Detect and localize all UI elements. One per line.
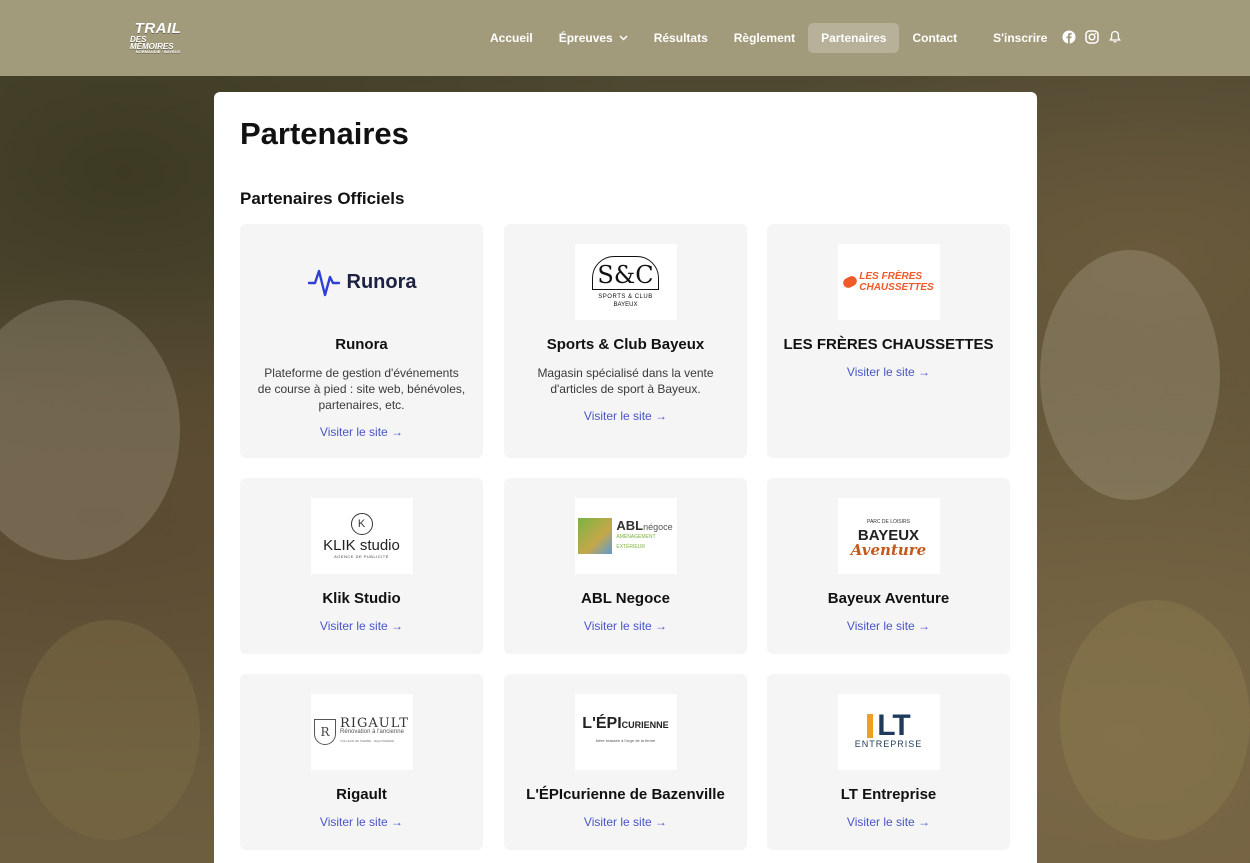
partner-name: ABL Negoce [581,590,670,607]
partner-name: Sports & Club Bayeux [546,336,705,353]
bayeux-aventure-logo: PARC DE LOISIRS BAYEUX Aventure [837,498,940,574]
partner-card-bayeux-aventure: PARC DE LOISIRS BAYEUX Aventure Bayeux A… [767,478,1010,654]
partner-name: Runora [335,336,388,353]
visit-site-link[interactable]: Visiter le site → [584,815,667,829]
nav-accueil[interactable]: Accueil [477,23,546,53]
runora-logo: Runora [287,244,437,320]
nav-epreuves[interactable]: Épreuves [546,23,641,53]
partner-card-klik-studio: K KLIK studio AGENCE DE PUBLICITÉ Klik S… [240,478,483,654]
visit-site-link[interactable]: Visiter le site → [320,815,403,829]
social-links [1061,29,1122,44]
nav-partenaires[interactable]: Partenaires [808,23,900,53]
visit-site-link[interactable]: Visiter le site → [847,619,930,633]
chevron-down-icon [619,33,628,43]
visit-site-link[interactable]: Visiter le site → [847,815,930,829]
partner-card-abl-negoce: ABLnégoce AMÉNAGEMENT EXTÉRIEUR ABL Nego… [504,478,747,654]
partners-panel: Partenaires Partenaires Officiels Runora… [214,92,1037,863]
partner-name: Rigault [336,786,387,803]
bell-icon[interactable] [1107,29,1122,44]
visit-site-link[interactable]: Visiter le site → [847,365,930,379]
partner-description: Magasin spécialisé dans la vente d'artic… [537,366,714,396]
rigault-logo: R RIGAULT Rénovation à l'ancienne TAILLE… [310,694,413,770]
leaf-icon [578,518,613,554]
partner-name: L'ÉPIcurienne de Bazenville [526,786,725,803]
freres-chaussettes-logo: LES FRÈRES CHAUSSETTES [837,244,940,320]
k-badge-icon: K [350,513,373,535]
klik-studio-logo: K KLIK studio AGENCE DE PUBLICITÉ [310,498,413,574]
main-nav: Accueil Épreuves Résultats Règlement Par… [477,23,1060,53]
lt-entreprise-logo: LT ENTREPRISE [837,694,940,770]
visit-site-link[interactable]: Visiter le site → [584,409,667,423]
partner-name: Klik Studio [322,590,401,607]
epicurienne-logo: L'ÉPICURIENNE bière brassée à l'orge de … [574,694,677,770]
nav-resultats[interactable]: Résultats [641,23,721,53]
partner-description: Plateforme de gestion d'événements de co… [257,366,466,412]
sock-icon [841,274,859,290]
partner-card-lt-entreprise: LT ENTREPRISE LT Entreprise Visiter le s… [767,674,1010,850]
instagram-icon[interactable] [1084,29,1099,44]
visit-site-link[interactable]: Visiter le site → [584,619,667,633]
background-foliage [0,300,180,560]
nav-contact[interactable]: Contact [899,23,970,53]
partner-card-epicurienne: L'ÉPICURIENNE bière brassée à l'orge de … [504,674,747,850]
background-foliage [1040,250,1220,500]
site-logo[interactable]: TRAIL DES MÉMOIRES NORMANDIE · BAYEUX [130,20,186,56]
background-foliage [1060,600,1250,840]
section-title: Partenaires Officiels [240,189,405,208]
signup-button[interactable]: S'inscrire [980,23,1060,53]
partner-card-rigault: R RIGAULT Rénovation à l'ancienne TAILLE… [240,674,483,850]
sports-club-logo: S&C SPORTS & CLUB BAYEUX [574,244,677,320]
partner-name: LT Entreprise [840,786,937,803]
shield-icon: R [314,719,337,745]
facebook-icon[interactable] [1061,29,1076,44]
page-title: Partenaires [240,116,409,151]
partner-card-sports-club-bayeux: S&C SPORTS & CLUB BAYEUX Sports & Club B… [504,224,747,458]
partner-card-freres-chaussettes: LES FRÈRES CHAUSSETTES LES FRÈRES CHAUSS… [767,224,1010,458]
visit-site-link[interactable]: Visiter le site → [320,619,403,633]
partner-card-runora: Runora Runora Plateforme de gestion d'év… [240,224,483,458]
nav-reglement[interactable]: Règlement [721,23,808,53]
visit-site-link[interactable]: Visiter le site → [320,425,403,439]
abl-negoce-logo: ABLnégoce AMÉNAGEMENT EXTÉRIEUR [574,498,677,574]
site-header: TRAIL DES MÉMOIRES NORMANDIE · BAYEUX Ac… [0,0,1250,76]
pulse-icon [307,269,340,297]
background-foliage [20,620,200,840]
partner-name: LES FRÈRES CHAUSSETTES [783,336,994,353]
partner-name: Bayeux Aventure [827,590,950,607]
